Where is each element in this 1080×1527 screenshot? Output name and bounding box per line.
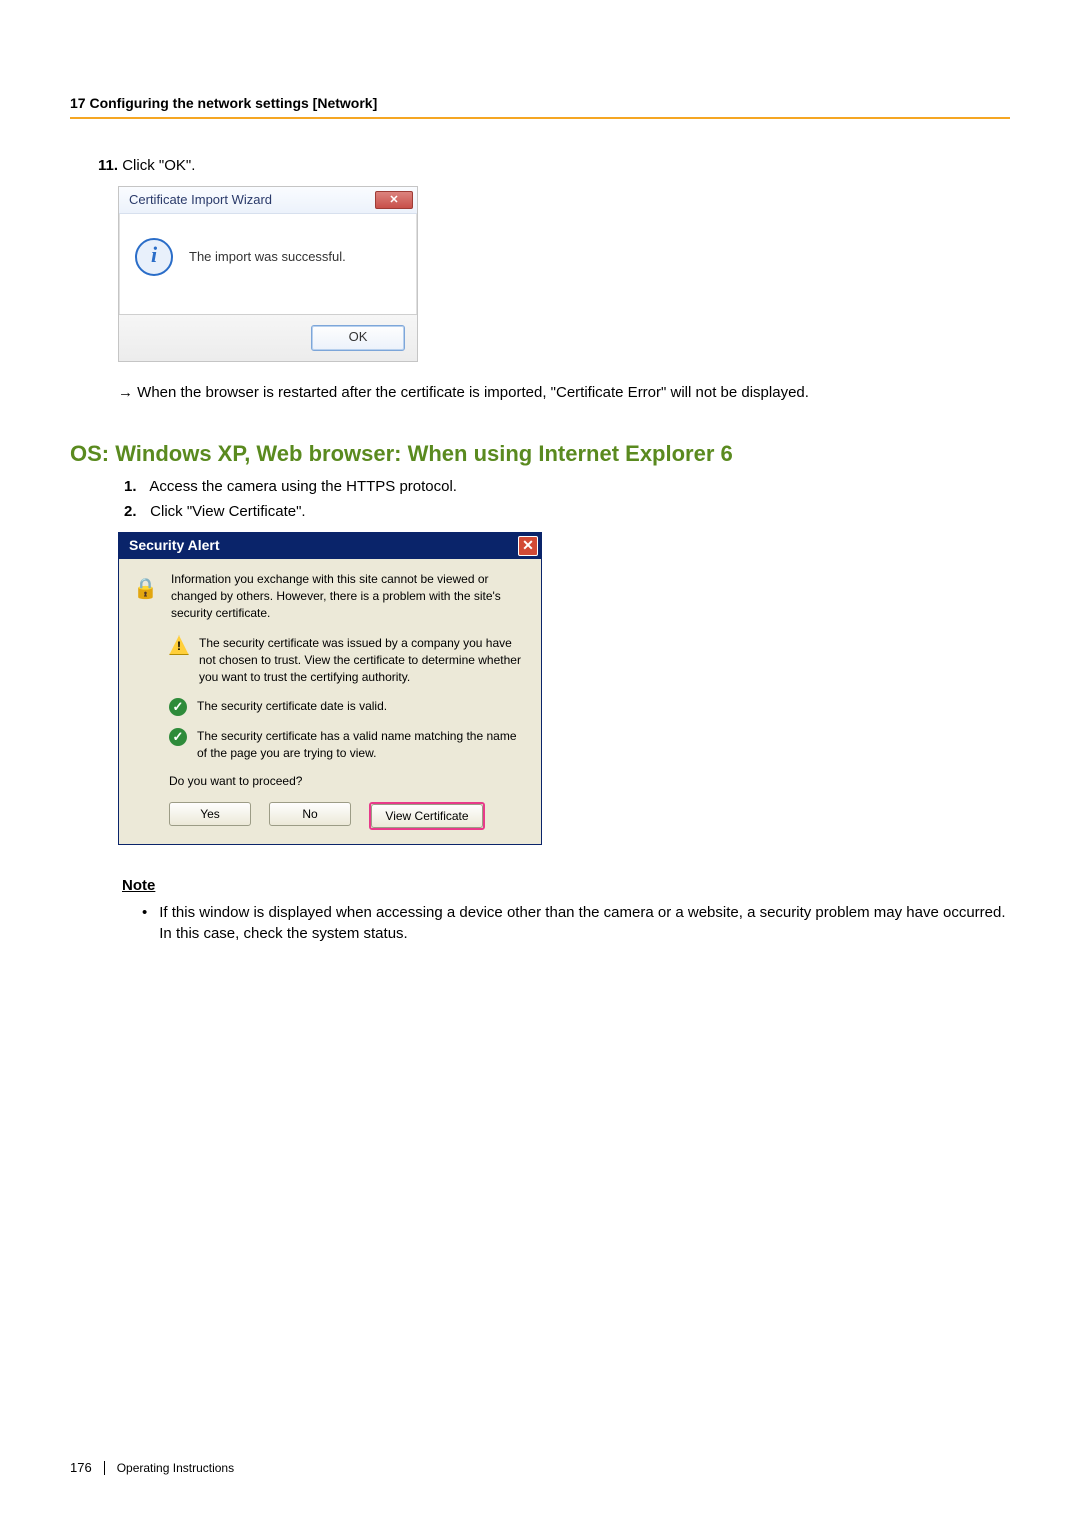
section-heading-xp-ie6: OS: Windows XP, Web browser: When using … [70,439,1010,470]
footer-separator [104,1461,105,1475]
dialog2-warning-row: ! The security certificate was issued by… [169,635,527,685]
dialog2-check2-row: ✓ The security certificate has a valid n… [169,728,527,762]
lock-icon [133,571,159,601]
note-text: If this window is displayed when accessi… [159,902,1010,944]
check-icon: ✓ [169,698,187,716]
dialog2-intro-text: Information you exchange with this site … [171,571,527,621]
dialog2-close-button[interactable]: ✕ [518,536,538,556]
step-2-num: 2. [124,501,146,522]
dialog1-message: The import was successful. [189,248,346,266]
security-alert-dialog: Security Alert ✕ Information you exchang… [118,532,542,845]
step-1: 1. Access the camera using the HTTPS pro… [124,476,1010,497]
dialog1-close-button[interactable]: ✕ [375,191,413,209]
step-2-text: Click "View Certificate". [150,503,305,520]
dialog2-check2-text: The security certificate has a valid nam… [197,728,527,762]
dialog2-question: Do you want to proceed? [169,773,527,790]
dialog2-body: Information you exchange with this site … [119,559,541,844]
no-button[interactable]: No [269,802,351,826]
dialog2-warning-text: The security certificate was issued by a… [199,635,527,685]
dialog2-title-text: Security Alert [129,536,220,556]
page-section-header: 17 Configuring the network settings [Net… [70,95,1010,119]
dialog1-ok-button[interactable]: OK [311,325,405,351]
certificate-import-dialog: Certificate Import Wizard ✕ i The import… [118,186,418,362]
dialog2-check1-row: ✓ The security certificate date is valid… [169,698,527,716]
check-icon: ✓ [169,728,187,746]
step-1-text: Access the camera using the HTTPS protoc… [149,478,457,495]
yes-button[interactable]: Yes [169,802,251,826]
step-11-text: Click "OK". [122,157,195,174]
dialog1-body: i The import was successful. [119,214,417,314]
step-11-number: 11. [98,157,118,174]
warning-icon: ! [169,635,189,655]
step-2: 2. Click "View Certificate". [124,501,1010,522]
view-certificate-button[interactable]: View Certificate [371,804,483,828]
dialog1-footer: OK [119,314,417,361]
note-block: Note • If this window is displayed when … [122,875,1010,944]
numbered-steps: 1. Access the camera using the HTTPS pro… [70,476,1010,522]
step-1-num: 1. [124,476,146,497]
view-certificate-highlight: View Certificate [369,802,485,830]
result-line: → When the browser is restarted after th… [118,382,1010,403]
page-number: 176 [70,1460,92,1475]
dialog1-title-text: Certificate Import Wizard [129,191,272,209]
note-heading: Note [122,875,1010,896]
dialog1-titlebar: Certificate Import Wizard ✕ [119,187,417,214]
dialog2-intro-row: Information you exchange with this site … [133,571,527,621]
footer-label: Operating Instructions [117,1461,234,1475]
dialog2-button-row: Yes No View Certificate [169,802,527,830]
step-11: 11. Click "OK". [98,155,1010,176]
dialog2-titlebar: Security Alert ✕ [119,533,541,559]
page-footer: 176 Operating Instructions [70,1460,234,1475]
note-bullet: • If this window is displayed when acces… [142,902,1010,944]
bullet-dot: • [142,902,147,944]
info-icon: i [135,238,173,276]
dialog2-check1-text: The security certificate date is valid. [197,698,527,716]
